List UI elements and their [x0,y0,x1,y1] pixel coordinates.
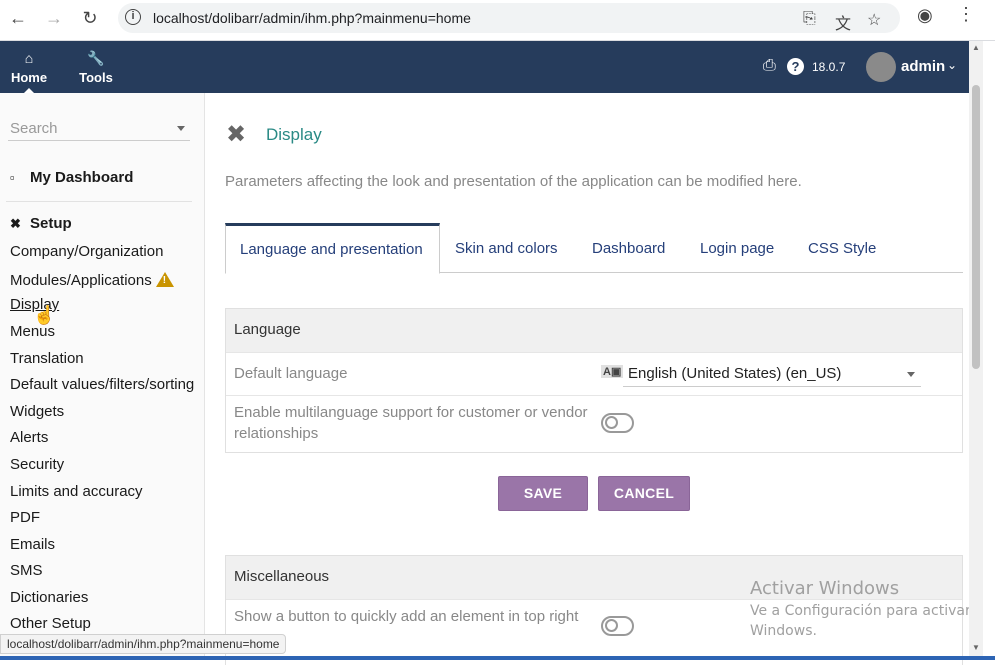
menu-setup-label: Setup [30,215,72,232]
translate-icon[interactable]: 文 [835,10,851,34]
tab-css-style[interactable]: CSS Style [808,223,876,273]
window-edge [983,41,995,660]
site-info-icon[interactable]: i [125,9,141,25]
home-icon: ⌂ [24,50,34,66]
sidebar-item-alerts[interactable]: Alerts [10,429,48,446]
multilang-toggle[interactable] [601,413,634,433]
tab-dashboard[interactable]: Dashboard [592,223,665,273]
app-topbar: ⌂ Home 🔧 Tools ⎙ ? 18.0.7 admin ⌄ [0,41,969,93]
chevron-down-icon[interactable]: ⌄ [947,58,957,72]
tab-bar: Language and presentation Skin and color… [225,223,963,274]
chart-icon: ▫ [10,170,15,185]
sidebar-item-default-values[interactable]: Default values/filters/sorting [10,376,194,393]
windows-watermark-line2: Ve a Configuración para activar [750,603,971,619]
profile-icon[interactable]: ◉ [917,5,933,26]
windows-watermark-title: Activar Windows [750,578,900,599]
topnav-home[interactable]: ⌂ Home [10,41,48,93]
cancel-button[interactable]: CANCEL [598,476,690,511]
sidebar-item-limits[interactable]: Limits and accuracy [10,483,143,500]
link-status-bubble: localhost/dolibarr/admin/ihm.php?mainmen… [0,634,287,654]
windows-watermark-line3: Windows. [750,623,817,639]
divider [6,201,192,202]
chevron-down-icon[interactable] [907,372,915,377]
wrench-icon: 🔧 [87,50,105,66]
tab-skin-colors[interactable]: Skin and colors [455,223,558,273]
tools-icon: ✖ [10,216,21,231]
default-language-select[interactable]: English (United States) (en_US) [623,363,921,387]
sidebar-item-company[interactable]: Company/Organization [10,243,163,260]
multilang-label-line1: Enable multilanguage support for custome… [234,404,588,421]
sidebar-item-widgets[interactable]: Widgets [10,403,64,420]
url-text[interactable]: localhost/dolibarr/admin/ihm.php?mainmen… [153,10,471,26]
forward-icon[interactable]: → [43,7,65,29]
sidebar-item-security[interactable]: Security [10,456,64,473]
toggle-knob [605,619,618,632]
scrollbar-thumb[interactable] [972,85,980,369]
scroll-up-arrow-icon[interactable]: ▲ [972,43,980,52]
warning-icon: ! [155,272,174,287]
reload-icon[interactable]: ↻ [79,7,101,29]
search-placeholder: Search [10,120,58,137]
sidebar-item-dictionaries[interactable]: Dictionaries [10,589,88,606]
default-language-value: English (United States) (en_US) [628,365,842,382]
tab-language-presentation[interactable]: Language and presentation [225,223,440,274]
tools-icon: ✖ [226,121,247,148]
sidebar-item-translation[interactable]: Translation [10,350,84,367]
sidebar-item-emails[interactable]: Emails [10,536,55,553]
print-icon[interactable]: ⎙ [763,57,776,75]
language-icon: A▣ [601,365,624,378]
sidebar-item-other-setup[interactable]: Other Setup [10,615,91,632]
browser-toolbar: ← → ↻ i localhost/dolibarr/admin/ihm.php… [0,0,995,41]
menu-my-dashboard[interactable]: ▫ My Dashboard [10,169,133,186]
page-title: Display [266,125,322,144]
language-section: Language Default language A▣ English (Un… [225,308,963,453]
page-description: Parameters affecting the look and presen… [225,173,802,190]
install-app-icon[interactable]: ⎘ [803,10,816,28]
user-name[interactable]: admin [901,58,945,75]
back-icon[interactable]: ← [7,7,29,29]
avatar[interactable] [866,52,896,82]
browser-menu-icon[interactable]: ⋮ [957,4,975,25]
topnav-home-label: Home [10,70,48,85]
topnav-tools-label: Tools [79,70,113,85]
section-header: Language [226,309,962,352]
scroll-down-arrow-icon[interactable]: ▼ [972,643,980,652]
default-language-label: Default language [234,365,348,382]
search-input[interactable]: Search [8,119,190,141]
sidebar-item-modules[interactable]: Modules/Applications! [10,270,174,289]
main-content: ✖ Display Parameters affecting the look … [205,93,969,665]
save-button[interactable]: SAVE [498,476,588,511]
taskbar-edge [0,656,995,660]
sidebar-item-pdf[interactable]: PDF [10,509,40,526]
quick-add-label: Show a button to quickly add an element … [234,608,579,625]
default-language-row: Default language A▣ English (United Stat… [226,352,962,395]
version-label: 18.0.7 [812,60,846,74]
menu-setup[interactable]: ✖ Setup [10,215,72,232]
toggle-knob [605,416,618,429]
left-sidebar: Search ▫ My Dashboard ✖ Setup Company/Orga… [0,93,205,656]
help-icon[interactable]: ? [787,58,804,75]
menu-my-dashboard-label: My Dashboard [30,169,134,186]
multilang-label-line2: relationships [234,425,319,442]
sidebar-item-label: Modules/Applications [10,272,152,289]
hand-cursor-icon: ☝ [33,305,56,325]
chevron-down-icon[interactable] [177,126,185,131]
tab-login-page[interactable]: Login page [700,223,774,273]
bookmark-star-icon[interactable]: ☆ [867,10,881,30]
quick-add-toggle[interactable] [601,616,634,636]
multilang-row: Enable multilanguage support for custome… [226,395,962,452]
sidebar-item-sms[interactable]: SMS [10,562,43,579]
address-bar[interactable]: i localhost/dolibarr/admin/ihm.php?mainm… [118,3,900,33]
topnav-tools[interactable]: 🔧 Tools [76,41,116,93]
page-scrollbar[interactable]: ▲ ▼ [969,41,983,656]
